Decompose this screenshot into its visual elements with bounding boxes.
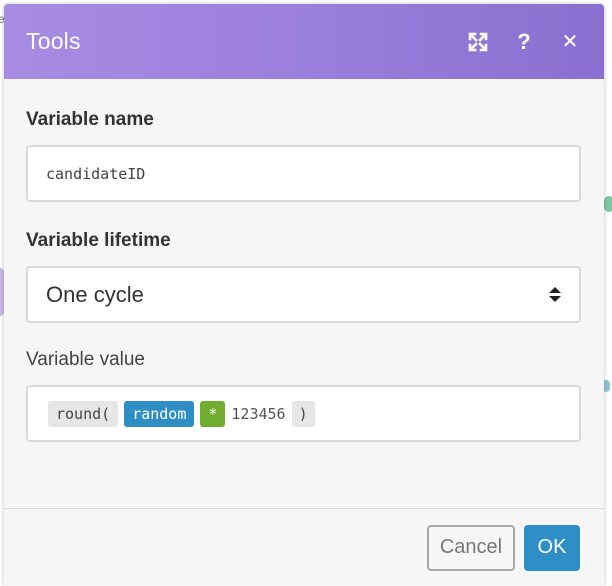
variable-value-input[interactable]: round( random * 123456 ) — [26, 385, 581, 442]
variable-lifetime-select[interactable]: One cycle — [26, 266, 581, 323]
variable-lifetime-label: Variable lifetime — [26, 230, 171, 251]
tools-dialog: Tools ? ✕ Variable name candidateID Vari… — [4, 4, 604, 586]
header-actions: ? ✕ — [466, 29, 582, 54]
variable-name-value: candidateID — [46, 164, 146, 183]
variable-token[interactable]: random — [124, 400, 195, 427]
background-node-green — [604, 196, 612, 212]
close-icon[interactable]: ✕ — [558, 30, 582, 54]
operator-token[interactable]: * — [200, 400, 226, 427]
function-token[interactable]: round( — [48, 400, 119, 427]
help-icon[interactable]: ? — [512, 29, 536, 54]
variable-name-input[interactable]: candidateID — [26, 145, 581, 202]
number-token: 123456 — [231, 404, 286, 423]
variable-name-label: Variable name — [26, 109, 154, 130]
ok-button[interactable]: OK — [524, 524, 580, 571]
variable-lifetime-selected: One cycle — [46, 281, 144, 307]
dialog-footer: Cancel OK — [4, 508, 604, 586]
expand-icon[interactable] — [466, 30, 490, 54]
select-arrows-icon — [549, 287, 561, 302]
variable-value-label: Variable value — [26, 349, 146, 370]
dialog-header: Tools ? ✕ — [4, 4, 604, 79]
close-paren-token[interactable]: ) — [291, 400, 315, 427]
cancel-button[interactable]: Cancel — [427, 524, 515, 571]
dialog-body: Variable name candidateID Variable lifet… — [4, 79, 604, 442]
dialog-title: Tools — [26, 28, 81, 54]
